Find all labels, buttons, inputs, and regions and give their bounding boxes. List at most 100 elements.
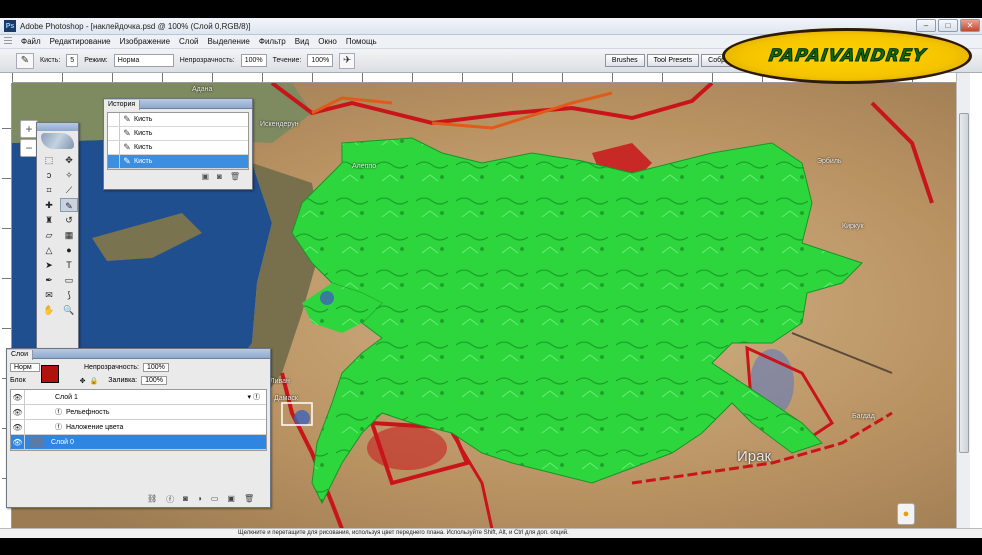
adjustment-layer-icon[interactable]: ◑ bbox=[197, 494, 202, 505]
trash-icon[interactable]: 🗑 bbox=[230, 172, 240, 181]
eye-icon[interactable]: 👁 bbox=[11, 404, 25, 420]
map-label-iskenderun: Искендерун bbox=[260, 121, 299, 128]
menu-edit[interactable]: Редактирование bbox=[50, 37, 111, 46]
history-brush-icon[interactable]: ↺ bbox=[60, 213, 78, 227]
path-select-icon[interactable]: ➤ bbox=[40, 258, 58, 272]
dodge-tool-icon[interactable]: ● bbox=[60, 243, 78, 257]
close-button[interactable]: ✕ bbox=[960, 19, 980, 32]
layers-panel-header: Слои bbox=[7, 349, 270, 360]
tab-history[interactable]: История bbox=[104, 100, 141, 110]
layer-row-selected[interactable]: 👁 Слой 0 bbox=[11, 434, 266, 450]
lock-all-icon[interactable]: 🔒 bbox=[90, 377, 99, 385]
photoshop-app-icon: Ps bbox=[4, 20, 16, 32]
hand-tool-icon[interactable]: ✋ bbox=[40, 303, 58, 317]
history-item[interactable]: ✎ Кисть bbox=[108, 141, 248, 155]
pegman-icon[interactable]: ● bbox=[897, 503, 915, 525]
map-label-aleppo: Алеппо bbox=[352, 163, 377, 170]
eye-icon[interactable]: 👁 bbox=[11, 434, 25, 450]
gradient-tool-icon[interactable]: ▦ bbox=[60, 228, 78, 242]
tab-layers[interactable]: Слои bbox=[7, 350, 34, 360]
link-layers-icon[interactable]: ⛓ bbox=[147, 494, 157, 505]
brush-icon: ✎ bbox=[123, 114, 131, 124]
new-group-icon[interactable]: ▭ bbox=[211, 494, 219, 505]
eyedropper-icon[interactable]: ⟆ bbox=[60, 288, 78, 302]
map-label-erbil: Эрбиль bbox=[817, 158, 842, 165]
photoshop-feather-icon bbox=[41, 133, 74, 149]
logo-text: PAPAIVANDREY bbox=[767, 46, 928, 67]
blend-mode-select[interactable]: Норм bbox=[10, 363, 40, 372]
photoshop-window: Ps Adobe Photoshop - [наклейдочка.psd @ … bbox=[0, 18, 982, 538]
zoom-tool-icon[interactable]: 🔍 bbox=[60, 303, 78, 317]
effect-icon: ⓕ bbox=[55, 424, 62, 431]
menu-file[interactable]: Файл bbox=[21, 37, 41, 46]
menu-filter[interactable]: Фильтр bbox=[259, 37, 286, 46]
effect-icon: ⓕ bbox=[55, 409, 62, 416]
clone-stamp-icon[interactable]: ♜ bbox=[40, 213, 58, 227]
menu-view[interactable]: Вид bbox=[295, 37, 309, 46]
menu-layer[interactable]: Слой bbox=[179, 37, 198, 46]
brush-tool-icon[interactable]: ✎ bbox=[60, 198, 78, 212]
blur-tool-icon[interactable]: △ bbox=[40, 243, 58, 257]
menu-image[interactable]: Изображение bbox=[120, 37, 170, 46]
effects-icon[interactable]: ▾ ⓕ bbox=[248, 392, 260, 402]
layer-effect-row[interactable]: 👁 ⓕ Рельефность bbox=[11, 404, 266, 420]
snapshot-icon[interactable]: ◙ bbox=[217, 172, 222, 181]
layer-row[interactable]: 👁 Слой 1 ▾ ⓕ bbox=[11, 389, 266, 405]
minimize-button[interactable]: – bbox=[916, 19, 936, 32]
tab-tool-presets[interactable]: Tool Presets bbox=[646, 54, 700, 67]
history-item[interactable]: ✎ Кисть bbox=[108, 127, 248, 141]
magic-wand-tool-icon[interactable]: ✧ bbox=[60, 168, 78, 182]
brush-tool-icon[interactable]: ✎ bbox=[16, 52, 34, 69]
vertical-scrollbar[interactable] bbox=[956, 73, 970, 529]
history-item-selected[interactable]: ✎ Кисть bbox=[108, 155, 248, 169]
foreground-color-swatch[interactable] bbox=[41, 365, 59, 383]
healing-brush-icon[interactable]: ✚ bbox=[40, 198, 58, 212]
airbrush-icon[interactable]: ✈ bbox=[339, 52, 356, 69]
notes-tool-icon[interactable]: ✉ bbox=[40, 288, 58, 302]
lasso-tool-icon[interactable]: ↄ bbox=[40, 168, 58, 182]
eye-icon[interactable]: 👁 bbox=[11, 419, 25, 435]
delete-layer-icon[interactable]: 🗑 bbox=[244, 494, 254, 505]
window-title: Adobe Photoshop - [наклейдочка.psd @ 100… bbox=[20, 21, 251, 31]
scrollbar-thumb[interactable] bbox=[959, 113, 969, 453]
maximize-button[interactable]: □ bbox=[938, 19, 958, 32]
type-tool-icon[interactable]: T bbox=[60, 258, 78, 272]
map-label-iraq: Ирак bbox=[737, 448, 772, 465]
brush-icon: ✎ bbox=[123, 142, 131, 152]
opacity-input[interactable]: 100% bbox=[240, 54, 267, 67]
eraser-icon[interactable]: ▱ bbox=[40, 228, 58, 242]
crop-tool-icon[interactable]: ⌗ bbox=[40, 183, 58, 197]
grip-icon bbox=[4, 37, 12, 46]
map-label-adana: Адана bbox=[192, 86, 213, 93]
lock-label: Блок bbox=[10, 377, 26, 384]
new-document-icon[interactable]: ▣ bbox=[201, 172, 209, 181]
lock-position-icon[interactable]: ✥ bbox=[80, 377, 86, 385]
flow-label: Течение: bbox=[272, 57, 302, 64]
marquee-tool-icon[interactable]: ⬚ bbox=[40, 153, 58, 167]
brush-size-picker[interactable]: 5 bbox=[66, 54, 79, 67]
layer-opacity-input[interactable]: 100% bbox=[143, 363, 169, 372]
tab-brushes[interactable]: Brushes bbox=[604, 54, 645, 67]
slice-tool-icon[interactable]: ⟋ bbox=[60, 183, 78, 197]
pen-tool-icon[interactable]: ✒ bbox=[40, 273, 58, 287]
add-style-icon[interactable]: ⓕ bbox=[166, 494, 174, 505]
shape-tool-icon[interactable]: ▭ bbox=[60, 273, 78, 287]
brush-label: Кисть: bbox=[40, 57, 61, 64]
map-label-lebanon: Ливан bbox=[270, 378, 290, 385]
add-mask-icon[interactable]: ◙ bbox=[183, 494, 188, 505]
eye-icon[interactable]: 👁 bbox=[11, 389, 25, 405]
menu-help[interactable]: Помощь bbox=[346, 37, 377, 46]
fill-input[interactable]: 100% bbox=[141, 376, 168, 385]
history-panel: История ✎ Кисть ✎ Кисть ✎ Кисть ✎ Кисть ▣ ◙ … bbox=[103, 98, 253, 190]
move-tool-icon[interactable]: ✥ bbox=[60, 153, 78, 167]
history-item[interactable]: ✎ Кисть bbox=[108, 113, 248, 127]
brush-icon: ✎ bbox=[123, 128, 131, 138]
opacity-label: Непрозрачность: bbox=[179, 57, 235, 64]
menu-select[interactable]: Выделение bbox=[207, 37, 249, 46]
menu-window[interactable]: Окно bbox=[318, 37, 337, 46]
mode-select[interactable]: Норма bbox=[113, 54, 174, 67]
new-layer-icon[interactable]: ▣ bbox=[227, 494, 235, 505]
flow-input[interactable]: 100% bbox=[307, 54, 334, 67]
history-panel-header: История bbox=[104, 99, 252, 110]
layer-effect-row[interactable]: 👁 ⓕ Наложение цвета bbox=[11, 419, 266, 435]
